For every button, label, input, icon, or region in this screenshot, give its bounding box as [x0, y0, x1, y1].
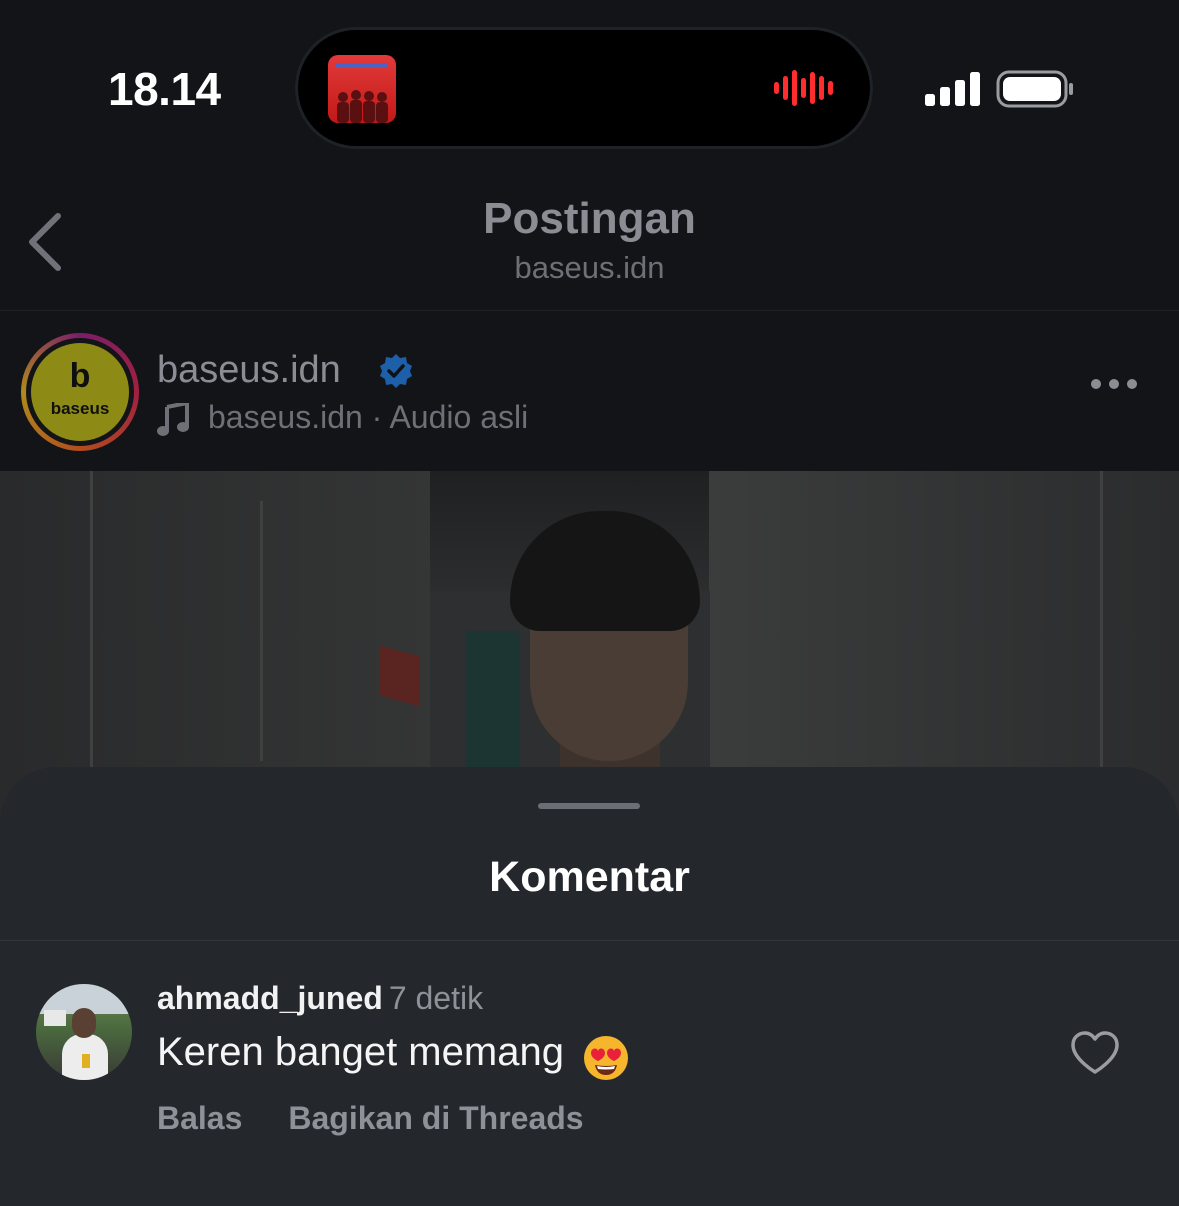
ellipsis-icon[interactable] — [1090, 377, 1138, 391]
navigation-header: Postingan baseus.idn — [0, 170, 1179, 311]
page-title: Postingan — [483, 194, 696, 243]
account-name[interactable]: baseus.idn — [157, 349, 341, 392]
music-note-icon — [157, 403, 189, 436]
dynamic-island[interactable] — [298, 30, 870, 146]
like-heart-icon[interactable] — [1070, 1030, 1120, 1076]
status-bar: 18.14 — [0, 0, 1179, 170]
story-ring[interactable]: b baseus — [21, 333, 139, 451]
now-playing-album-art — [328, 55, 396, 123]
share-threads-button[interactable]: Bagikan di Threads — [288, 1100, 583, 1136]
cellular-signal-icon — [925, 72, 980, 106]
comment-username[interactable]: ahmadd_juned — [157, 980, 383, 1016]
verified-badge-icon — [380, 354, 412, 388]
audio-attribution[interactable]: baseus.idn · Audio asli — [208, 399, 528, 436]
comments-sheet: Komentar ahmadd_juned 7 detik Keren bange… — [0, 767, 1179, 1206]
divider — [0, 940, 1179, 941]
comment-actions: Balas Bagikan di Threads — [157, 1100, 630, 1137]
sheet-grabber[interactable] — [538, 803, 640, 809]
heart-eyes-emoji-icon — [584, 1036, 628, 1080]
account-avatar[interactable]: b baseus — [31, 343, 129, 441]
reply-button[interactable]: Balas — [157, 1100, 242, 1136]
comment-time: 7 detik — [388, 980, 484, 1016]
battery-icon — [996, 70, 1073, 108]
page-subtitle: baseus.idn — [514, 250, 665, 285]
audio-waveform-icon — [774, 70, 833, 106]
status-time: 18.14 — [108, 63, 221, 115]
comment-meta: ahmadd_juned 7 detik — [157, 980, 483, 1017]
sheet-title: Komentar — [489, 853, 690, 901]
comment-text: Keren banget memang — [157, 1030, 564, 1074]
comment-item: ahmadd_juned 7 detik Keren banget memang … — [0, 980, 1179, 1180]
post-header: b baseus baseus.idn baseus.idn · Audio a… — [0, 311, 1179, 471]
commenter-avatar[interactable] — [36, 984, 132, 1080]
